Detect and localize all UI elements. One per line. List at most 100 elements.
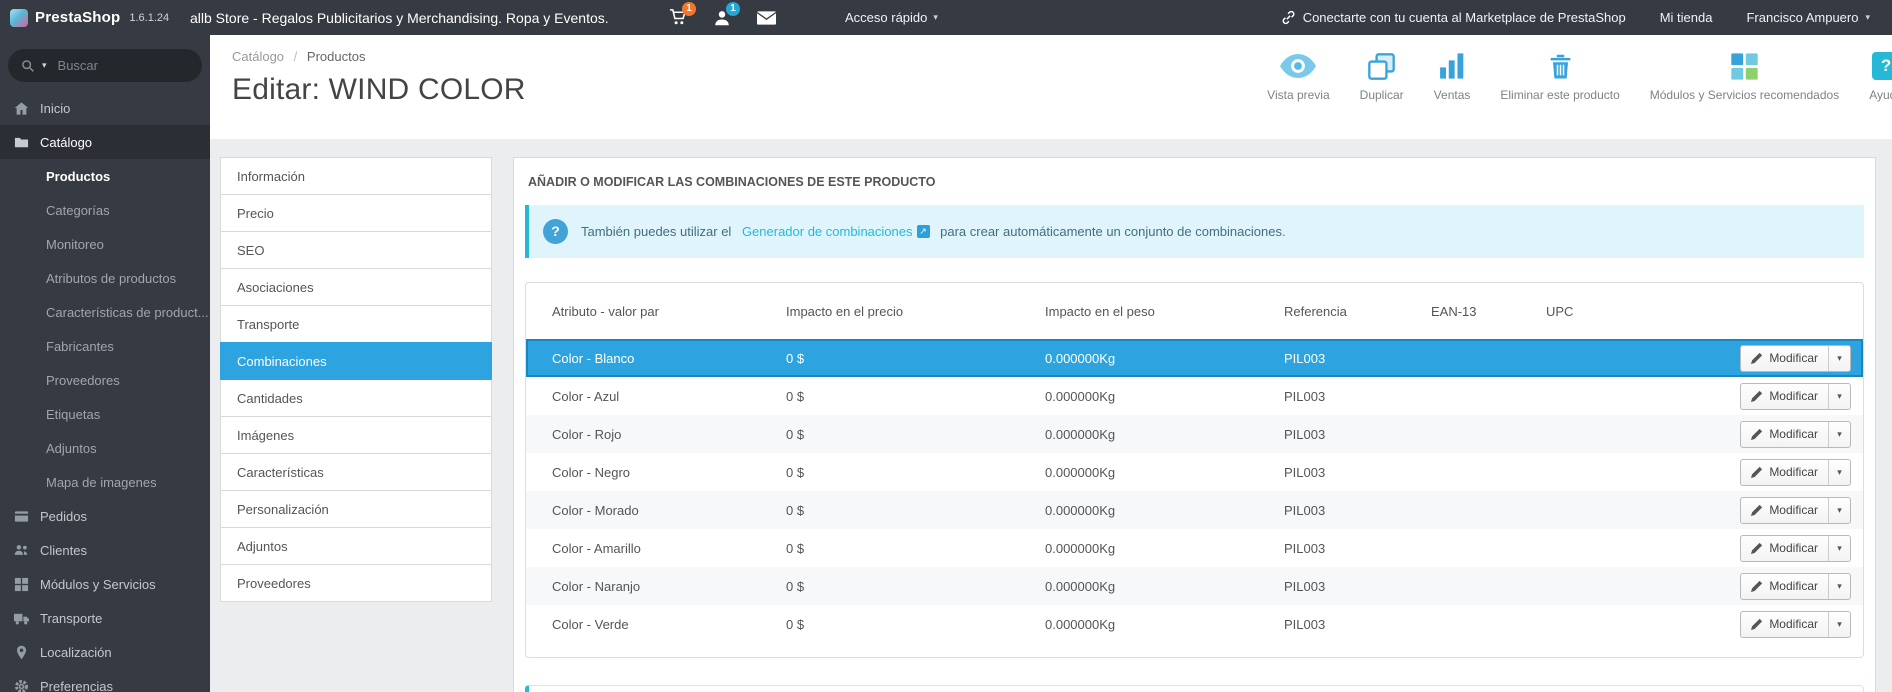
tab-precio[interactable]: Precio xyxy=(220,194,492,232)
table-body: Color - Blanco 0 $ 0.000000Kg PIL003 Modific… xyxy=(526,339,1863,643)
cart-badge: 1 xyxy=(682,1,696,16)
breadcrumb-products[interactable]: Productos xyxy=(307,49,366,64)
tab-seo[interactable]: SEO xyxy=(220,231,492,269)
tab-proveedores[interactable]: Proveedores xyxy=(220,564,492,602)
marketplace-link[interactable]: Conectarte con tu cuenta al Marketplace … xyxy=(1281,10,1626,25)
messages-icon[interactable] xyxy=(756,8,776,28)
tab-asociaciones[interactable]: Asociaciones xyxy=(220,268,492,306)
cell-weight-impact: 0.000000Kg xyxy=(1045,578,1116,594)
eye-icon xyxy=(1280,51,1317,81)
topbar-right: Conectarte con tu cuenta al Marketplace … xyxy=(1281,0,1870,35)
column-header-ean13: EAN-13 xyxy=(1431,303,1477,319)
external-link-icon: ↗ xyxy=(916,225,930,238)
sidebar-subitem-mapa-de-imagenes[interactable]: Mapa de imagenes xyxy=(0,465,210,499)
modify-button[interactable]: Modificar ▾ xyxy=(1740,382,1851,410)
sidebar-subitem-caracteristicas-de-product[interactable]: Características de product... xyxy=(0,295,210,329)
profile-icon[interactable]: 1 xyxy=(712,1,740,28)
sidebar-subitem-fabricantes[interactable]: Fabricantes xyxy=(0,329,210,363)
modify-dropdown-caret[interactable]: ▾ xyxy=(1828,345,1850,371)
combination-row-color-negro[interactable]: Color - Negro 0 $ 0.000000Kg PIL003 Modifica… xyxy=(526,453,1863,491)
tab-adjuntos[interactable]: Adjuntos xyxy=(220,527,492,565)
tab-caracteristicas[interactable]: Características xyxy=(220,453,492,491)
modify-dropdown-caret[interactable]: ▾ xyxy=(1828,611,1850,637)
combinations-panel: AÑADIR O MODIFICAR LAS COMBINACIONES DE … xyxy=(513,157,1876,692)
sidebar-item-transporte[interactable]: Transporte xyxy=(0,601,210,635)
modify-dropdown-caret[interactable]: ▾ xyxy=(1828,459,1850,485)
sidebar-item-preferencias[interactable]: Preferencias xyxy=(0,669,210,692)
modify-dropdown-caret[interactable]: ▾ xyxy=(1828,421,1850,447)
modify-dropdown-caret[interactable]: ▾ xyxy=(1828,383,1850,409)
modify-button[interactable]: Modificar ▾ xyxy=(1740,572,1851,600)
tab-combinaciones[interactable]: Combinaciones xyxy=(220,342,492,380)
combinations-generator-link[interactable]: Generador de combinaciones ↗ xyxy=(742,224,930,239)
sidebar-item-localizacion[interactable]: Localización xyxy=(0,635,210,669)
cell-price-impact: 0 $ xyxy=(786,426,805,442)
tab-imagenes[interactable]: Imágenes xyxy=(220,416,492,454)
combination-row-color-azul[interactable]: Color - Azul 0 $ 0.000000Kg PIL003 Modificar… xyxy=(526,377,1863,415)
cell-weight-impact: 0.000000Kg xyxy=(1045,350,1116,366)
modules-icon xyxy=(14,577,29,591)
modify-button[interactable]: Modificar ▾ xyxy=(1740,344,1851,372)
modify-button-label: Modificar xyxy=(1769,465,1818,479)
sidebar-item-pedidos[interactable]: Pedidos xyxy=(0,499,210,533)
sidebar-subitem-proveedores[interactable]: Proveedores xyxy=(0,363,210,397)
modify-dropdown-caret[interactable]: ▾ xyxy=(1828,497,1850,523)
combination-row-color-naranjo[interactable]: Color - Naranjo 0 $ 0.000000Kg PIL003 Modifi… xyxy=(526,567,1863,605)
preview-button[interactable]: Vista previa xyxy=(1252,51,1344,102)
shop-name-link[interactable]: allb Store - Regalos Publicitarios y Mer… xyxy=(190,0,609,35)
tab-transporte[interactable]: Transporte xyxy=(220,305,492,343)
sidebar-subitem-categorias[interactable]: Categorías xyxy=(0,193,210,227)
cell-attribute: Color - Amarillo xyxy=(552,540,641,556)
combination-row-color-rojo[interactable]: Color - Rojo 0 $ 0.000000Kg PIL003 Modificar… xyxy=(526,415,1863,453)
help-button[interactable]: ? Ayuda xyxy=(1854,51,1892,102)
delete-product-button[interactable]: Eliminar este producto xyxy=(1485,51,1634,102)
info-box: ? También puedes utilizar el Generador d… xyxy=(525,205,1864,258)
recommended-modules-button[interactable]: Módulos y Servicios recomendados xyxy=(1635,51,1854,102)
combination-row-color-verde[interactable]: Color - Verde 0 $ 0.000000Kg PIL003 Modifica… xyxy=(526,605,1863,643)
cell-reference: PIL003 xyxy=(1284,540,1326,556)
modify-dropdown-caret[interactable]: ▾ xyxy=(1828,573,1850,599)
breadcrumb-catalog[interactable]: Catálogo xyxy=(232,49,284,64)
sidebar-item-catalogo[interactable]: Catálogo xyxy=(0,125,210,159)
modify-button[interactable]: Modificar ▾ xyxy=(1740,610,1851,638)
sidebar-subitem-productos[interactable]: Productos xyxy=(0,159,210,193)
combination-row-color-blanco[interactable]: Color - Blanco 0 $ 0.000000Kg PIL003 Modific… xyxy=(526,339,1863,377)
tab-informacion[interactable]: Información xyxy=(220,157,492,195)
modify-dropdown-caret[interactable]: ▾ xyxy=(1828,535,1850,561)
user-menu[interactable]: Francisco Ampuero ▾ xyxy=(1746,10,1870,25)
modify-button[interactable]: Modificar ▾ xyxy=(1740,496,1851,524)
sales-button[interactable]: Ventas xyxy=(1419,51,1486,102)
tab-personalizacion[interactable]: Personalización xyxy=(220,490,492,528)
product-tabs: Información Precio SEO Asociaciones Transpor… xyxy=(220,157,492,602)
cell-attribute: Color - Blanco xyxy=(552,350,635,366)
prestashop-logo[interactable]: PrestaShop 1.6.1.24 xyxy=(10,0,169,35)
cell-attribute: Color - Azul xyxy=(552,388,620,404)
cell-weight-impact: 0.000000Kg xyxy=(1045,502,1116,518)
sidebar-search[interactable]: ▾ Buscar xyxy=(8,49,202,82)
cart-icon[interactable]: 1 xyxy=(668,1,696,28)
combination-row-color-morado[interactable]: Color - Morado 0 $ 0.000000Kg PIL003 Modific… xyxy=(526,491,1863,529)
sidebar-subitem-monitoreo[interactable]: Monitoreo xyxy=(0,227,210,261)
chevron-down-icon: ▾ xyxy=(1865,12,1870,22)
content-area: Información Precio SEO Asociaciones Transpor… xyxy=(210,139,1892,692)
modules-grid-icon xyxy=(1730,51,1759,81)
sidebar-item-inicio[interactable]: Inicio xyxy=(0,91,210,125)
modify-button[interactable]: Modificar ▾ xyxy=(1740,458,1851,486)
cell-attribute: Color - Verde xyxy=(552,616,629,632)
modify-button[interactable]: Modificar ▾ xyxy=(1740,534,1851,562)
sidebar-subitem-atributos-de-productos[interactable]: Atributos de productos xyxy=(0,261,210,295)
modify-button-label: Modificar xyxy=(1769,351,1818,365)
combination-row-color-amarillo[interactable]: Color - Amarillo 0 $ 0.000000Kg PIL003 Modif… xyxy=(526,529,1863,567)
sidebar-item-modulos[interactable]: Módulos y Servicios xyxy=(0,567,210,601)
sidebar-item-clientes[interactable]: Clientes xyxy=(0,533,210,567)
quick-access-menu[interactable]: Acceso rápido ▾ xyxy=(845,0,938,35)
sidebar-subitem-adjuntos[interactable]: Adjuntos xyxy=(0,431,210,465)
sidebar-subitem-etiquetas[interactable]: Etiquetas xyxy=(0,397,210,431)
tab-cantidades[interactable]: Cantidades xyxy=(220,379,492,417)
my-shop-link[interactable]: Mi tienda xyxy=(1660,10,1713,25)
column-header-attribute: Atributo - valor par xyxy=(552,303,659,319)
duplicate-button[interactable]: Duplicar xyxy=(1345,51,1419,102)
bar-chart-icon xyxy=(1438,51,1466,81)
modify-button[interactable]: Modificar ▾ xyxy=(1740,420,1851,448)
column-header-reference: Referencia xyxy=(1284,303,1347,319)
